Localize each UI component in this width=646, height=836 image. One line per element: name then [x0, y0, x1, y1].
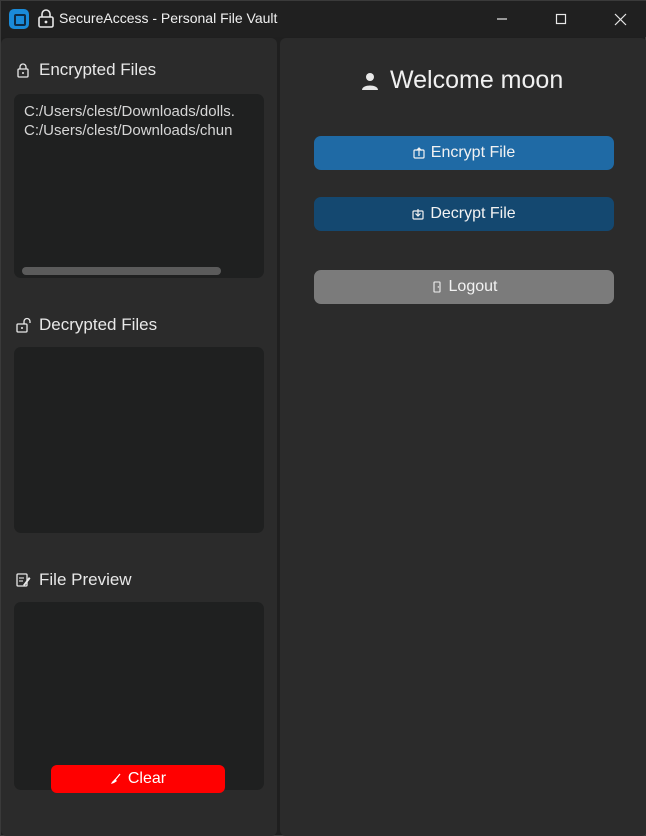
decrypted-files-list[interactable]	[14, 347, 264, 533]
file-preview-heading: File Preview	[15, 570, 132, 590]
encrypt-file-label: Encrypt File	[430, 144, 516, 161]
decrypt-file-label: Decrypt File	[430, 205, 516, 222]
lock-icon	[38, 9, 54, 28]
decrypt-file-button[interactable]: Decrypt File	[314, 197, 614, 231]
lock-icon	[17, 63, 29, 78]
encrypted-files-title: Encrypted Files	[39, 60, 157, 79]
logout-label: Logout	[448, 278, 498, 295]
list-item[interactable]: C:/Users/clest/Downloads/chun	[24, 121, 264, 140]
decrypted-files-title: Decrypted Files	[39, 315, 158, 334]
download-icon	[412, 209, 424, 220]
title-bar: SecureAccess - Personal File Vault	[1, 1, 646, 37]
maximize-icon	[555, 13, 567, 25]
maximize-button[interactable]	[538, 1, 584, 37]
encrypted-files-list[interactable]: C:/Users/clest/Downloads/dolls. C:/Users…	[14, 94, 264, 278]
unlock-icon	[16, 317, 31, 333]
close-icon	[614, 13, 626, 25]
right-panel: Welcome moon Encrypt File Decrypt File L…	[280, 38, 646, 836]
minimize-icon	[497, 18, 507, 20]
welcome-heading: Welcome moon	[360, 66, 563, 95]
horizontal-scrollbar[interactable]	[22, 267, 221, 275]
user-icon	[362, 72, 378, 90]
logout-button[interactable]: Logout	[314, 270, 614, 304]
broom-icon	[110, 773, 121, 784]
clear-button[interactable]: Clear	[51, 765, 225, 793]
minimize-button[interactable]	[479, 1, 525, 37]
upload-icon	[413, 147, 425, 159]
close-button[interactable]	[597, 1, 643, 37]
left-panel: Encrypted Files C:/Users/clest/Downloads…	[1, 38, 277, 836]
window-title: SecureAccess - Personal File Vault	[59, 10, 278, 26]
memo-icon	[16, 573, 31, 587]
encrypt-file-button[interactable]: Encrypt File	[314, 136, 614, 170]
welcome-text: Welcome moon	[390, 66, 564, 94]
decrypted-files-heading: Decrypted Files	[15, 315, 157, 335]
clear-label: Clear	[127, 770, 167, 787]
file-preview-area[interactable]	[14, 602, 264, 790]
list-item[interactable]: C:/Users/clest/Downloads/dolls.	[24, 102, 264, 121]
app-icon	[9, 9, 29, 29]
file-preview-title: File Preview	[39, 570, 132, 589]
encrypted-files-heading: Encrypted Files	[15, 60, 156, 80]
app-window: SecureAccess - Personal File Vault Encry…	[0, 0, 646, 836]
door-icon	[432, 281, 441, 293]
